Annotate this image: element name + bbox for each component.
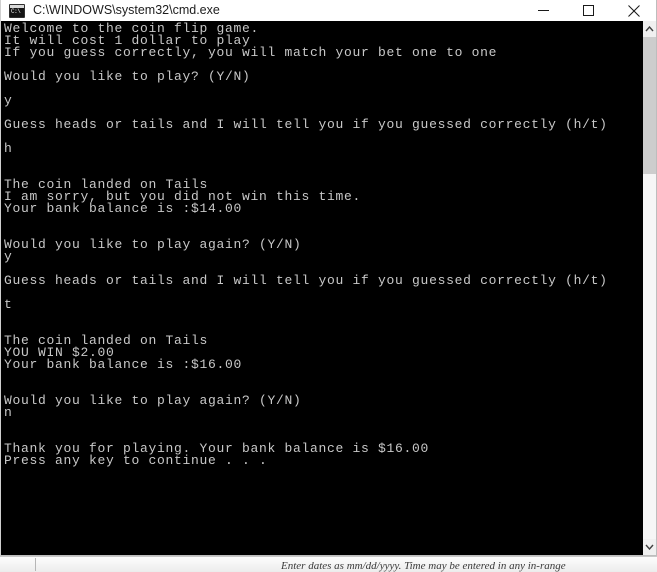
maximize-icon: [583, 5, 594, 16]
console-line: Would you like to play again? (Y/N): [4, 393, 302, 408]
console-line: Your bank balance is :$14.00: [4, 201, 243, 216]
console-line: n: [4, 405, 13, 420]
chevron-down-icon: [645, 544, 654, 550]
scrollbar-thumb[interactable]: [643, 37, 656, 174]
cmd-console-window: C:\WINDOWS\system32\cmd.exe Welcom: [0, 0, 657, 556]
console-line: If you guess correctly, you will match y…: [4, 45, 498, 60]
maximize-button[interactable]: [566, 0, 611, 21]
console-line: Guess heads or tails and I will tell you…: [4, 117, 608, 132]
background-divider: [35, 558, 36, 571]
scrollbar-track[interactable]: [643, 37, 656, 539]
title-bar[interactable]: C:\WINDOWS\system32\cmd.exe: [1, 0, 656, 21]
console-line: y: [4, 93, 13, 108]
console-line: Would you like to play? (Y/N): [4, 69, 251, 84]
minimize-icon: [538, 10, 549, 11]
close-icon: [627, 4, 640, 17]
close-button[interactable]: [611, 0, 656, 21]
chevron-up-icon: [645, 26, 654, 32]
cmd-console-icon: [9, 3, 25, 18]
console-line: Your bank balance is :$16.00: [4, 357, 243, 372]
console-line: Would you like to play again? (Y/N): [4, 237, 302, 252]
scroll-up-button[interactable]: [643, 21, 656, 37]
window-title: C:\WINDOWS\system32\cmd.exe: [33, 3, 220, 17]
vertical-scrollbar[interactable]: [642, 21, 656, 555]
scroll-down-button[interactable]: [643, 539, 656, 555]
console-line: t: [4, 297, 13, 312]
console-line: Press any key to continue . . .: [4, 453, 268, 468]
minimize-button[interactable]: [521, 0, 566, 21]
background-hint-text: Enter dates as mm/dd/yyyy. Time may be e…: [281, 560, 566, 572]
console-body: Welcome to the coin flip game. It will co…: [1, 21, 656, 555]
console-line: h: [4, 141, 13, 156]
console-output[interactable]: Welcome to the coin flip game. It will co…: [1, 21, 642, 555]
window-controls: [521, 0, 656, 21]
console-line: Guess heads or tails and I will tell you…: [4, 273, 608, 288]
console-line: y: [4, 249, 13, 264]
